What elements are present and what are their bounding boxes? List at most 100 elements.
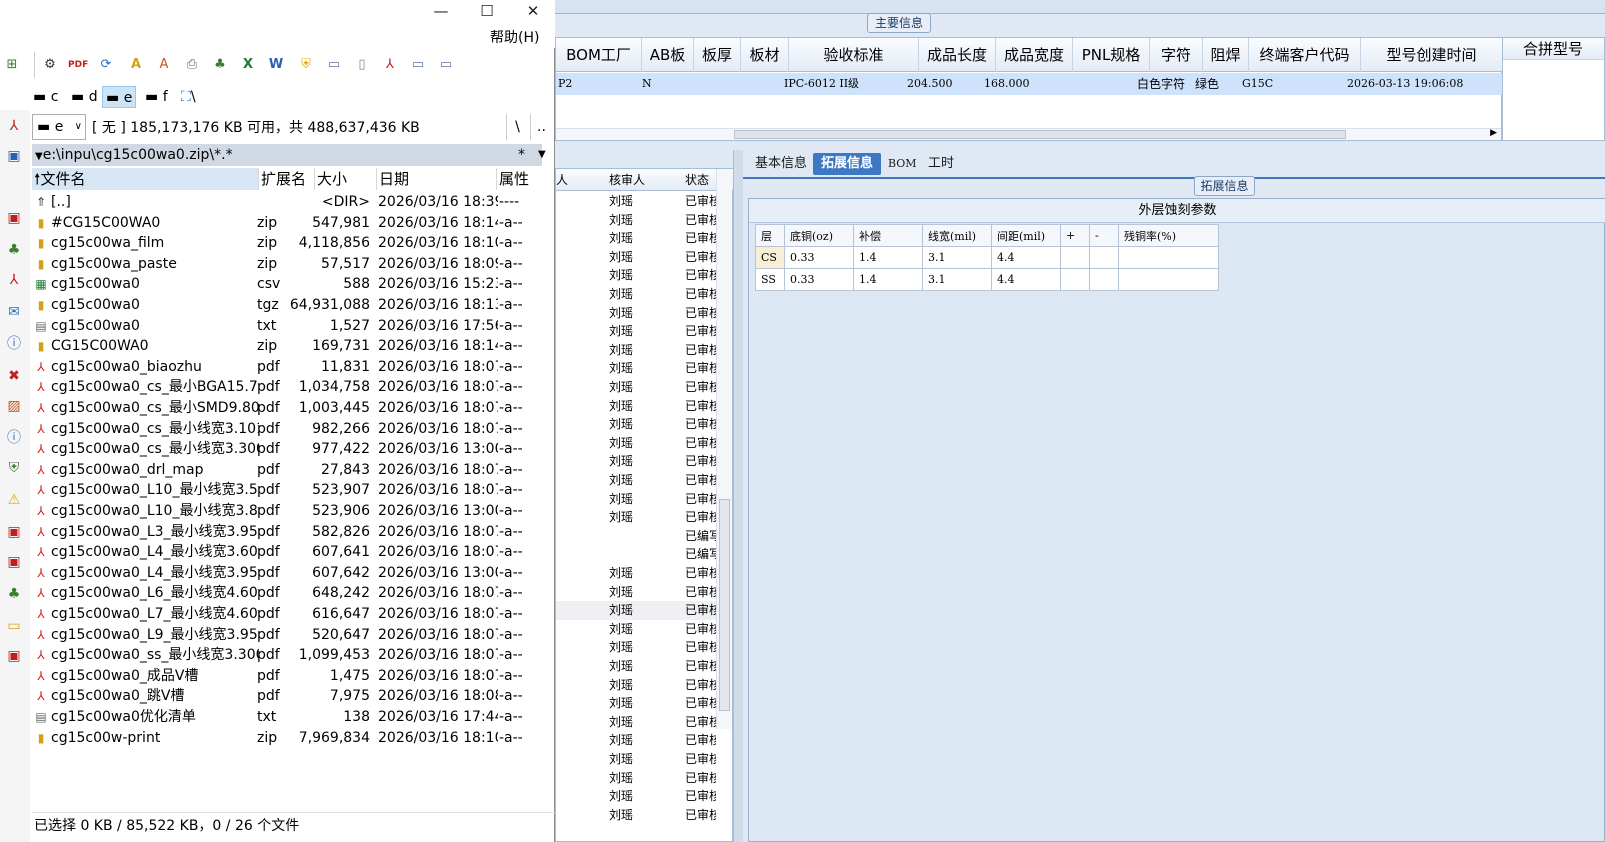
col-width[interactable]: 成品宽度 bbox=[996, 38, 1073, 72]
file-row[interactable]: ⅄ cg15c00wa0_L10_最小线宽3.5.. pdf 523,907 2026/… bbox=[32, 480, 555, 501]
image-icon[interactable]: ▨ bbox=[4, 396, 24, 416]
excel-icon[interactable]: X bbox=[238, 55, 258, 75]
info-icon[interactable]: ⓘ bbox=[4, 428, 24, 448]
etch-cell[interactable] bbox=[1118, 246, 1219, 269]
scroll-right-icon[interactable]: ▶ bbox=[1490, 128, 1497, 138]
file-row[interactable]: ⅄ cg15c00wa0_L4_最小线宽3.950 pdf 607,642 2026/0… bbox=[32, 563, 555, 584]
review-row[interactable]: 刘瑶 已审核 bbox=[556, 229, 716, 248]
drive-e-button[interactable]: ▬ e bbox=[102, 86, 137, 108]
share-icon[interactable]: ♣ bbox=[4, 240, 24, 260]
col-material[interactable]: 板材 bbox=[741, 38, 789, 72]
scrollbar-thumb[interactable] bbox=[719, 499, 730, 711]
drive-select[interactable]: ▬ e ∨ bbox=[32, 114, 86, 140]
etch-cell[interactable]: 1.4 bbox=[853, 246, 923, 269]
folder-icon[interactable]: ▭ bbox=[4, 616, 24, 636]
pdf-icon[interactable]: PDF bbox=[68, 55, 88, 75]
app-icon[interactable]: ▣ bbox=[4, 522, 24, 542]
file-row[interactable]: ▤ cg15c00wa0 txt 1,527 2026/03/16 17:56 -a-- bbox=[32, 316, 555, 337]
etch-cell[interactable] bbox=[1089, 268, 1119, 291]
file-row[interactable]: ▮ CG15C00WA0 zip 169,731 2026/03/16 18:14 -a-… bbox=[32, 336, 555, 357]
col-standard[interactable]: 验收标准 bbox=[789, 38, 919, 72]
file-row[interactable]: ▮ cg15c00wa_film zip 4,118,856 2026/03/16 18… bbox=[32, 233, 555, 254]
file-row[interactable]: ⅄ cg15c00wa0_L3_最小线宽3.950 pdf 582,826 2026/0… bbox=[32, 522, 555, 543]
review-row[interactable]: 刘瑶 已审核 bbox=[556, 359, 716, 378]
review-row[interactable]: 刘瑶 已审核 bbox=[556, 304, 716, 323]
current-path[interactable]: ▼e:\inpu\cg15c00wa0.zip\*.* bbox=[32, 144, 542, 166]
tab-work-hours[interactable]: 工时 bbox=[920, 153, 962, 175]
review-row[interactable]: 刘瑶 已审核 bbox=[556, 266, 716, 285]
file-row[interactable]: ⅄ cg15c00wa0_成品V槽 pdf 1,475 2026/03/16 18:07… bbox=[32, 666, 555, 687]
review-row[interactable]: 刘瑶 已审核 bbox=[556, 564, 716, 583]
review-vertical-scrollbar[interactable] bbox=[716, 169, 732, 729]
review-row[interactable]: 刘瑶 已审核 bbox=[556, 638, 716, 657]
close-button[interactable]: ✕ bbox=[510, 0, 556, 24]
text-icon[interactable]: A bbox=[126, 55, 146, 75]
file-row[interactable]: ⅄ cg15c00wa0_cs_最小BGA15.75 pdf 1,034,758 202… bbox=[32, 377, 555, 398]
col-customer[interactable]: 终端客户代码 bbox=[1249, 38, 1361, 72]
file-row[interactable]: ▮ #CG15C00WA0 zip 547,981 2026/03/16 18:14 -a… bbox=[32, 213, 555, 234]
col-created[interactable]: 型号创建时间 bbox=[1361, 38, 1503, 72]
etch-cell[interactable]: 4.4 bbox=[991, 268, 1061, 291]
drive-c-button[interactable]: ▬ c bbox=[30, 86, 61, 108]
etch-cell[interactable] bbox=[1060, 246, 1090, 269]
col-thickness[interactable]: 板厚 bbox=[694, 38, 741, 72]
review-row[interactable]: 刘瑶 已审核 bbox=[556, 731, 716, 750]
app-icon[interactable]: ▣ bbox=[4, 552, 24, 572]
minimize-button[interactable]: — bbox=[418, 0, 464, 24]
review-row[interactable]: 刘瑶 已审核 bbox=[556, 434, 716, 453]
review-row[interactable]: 刘瑶 已审核 bbox=[556, 676, 716, 695]
column-name[interactable]: 🠕文件名 bbox=[32, 168, 259, 190]
etch-cell[interactable]: 3.1 bbox=[922, 246, 992, 269]
maximize-button[interactable]: ☐ bbox=[464, 0, 510, 24]
etch-row[interactable]: SS 0.33 1.4 3.1 4.4 bbox=[755, 268, 1219, 291]
etch-row[interactable]: CS 0.33 1.4 3.1 4.4 bbox=[755, 246, 1219, 269]
review-row[interactable]: 刘瑶 已审核 bbox=[556, 192, 716, 211]
scrollbar-thumb[interactable] bbox=[734, 130, 1346, 139]
review-row[interactable]: 刘瑶 已审核 bbox=[556, 657, 716, 676]
tree-icon[interactable]: ⊞ bbox=[2, 55, 22, 75]
blank-page-icon[interactable]: ▯ bbox=[352, 55, 372, 75]
file-row[interactable]: ⅄ cg15c00wa0_跳V槽 pdf 7,975 2026/03/16 18:08-… bbox=[32, 686, 555, 707]
file-row[interactable]: ⅄ cg15c00wa0_cs_最小线宽3.300 pdf 977,422 2026/0… bbox=[32, 439, 555, 460]
hotlist-dropdown-icon[interactable]: ▼ bbox=[538, 144, 546, 166]
file-row[interactable]: ⅄ cg15c00wa0_ss_最小线宽3.300 pdf 1,099,453 2026… bbox=[32, 645, 555, 666]
col-mask[interactable]: 阻焊 bbox=[1203, 38, 1249, 72]
review-row[interactable]: 刘瑶 已审核 bbox=[556, 601, 716, 621]
review-row[interactable]: 刘瑶 已审核 bbox=[556, 508, 716, 527]
shield-icon[interactable]: ⛨ bbox=[296, 55, 316, 75]
review-row[interactable]: 刘瑶 已审核 bbox=[556, 452, 716, 471]
review-row[interactable]: 刘瑶 已审核 bbox=[556, 415, 716, 434]
review-row[interactable]: 刘瑶 已审核 bbox=[556, 378, 716, 397]
shield-icon[interactable]: ⛨ bbox=[4, 458, 24, 478]
main-grid-row[interactable]: P2 N IPC-6012 II级 204.500 168.000 白色字符 绿… bbox=[556, 73, 1503, 95]
review-row[interactable]: 刘瑶 已审核 bbox=[556, 397, 716, 416]
col-length[interactable]: 成品长度 bbox=[919, 38, 996, 72]
warning-icon[interactable]: ⚠ bbox=[4, 490, 24, 510]
col-status[interactable]: 状态 bbox=[685, 169, 709, 191]
etch-cell[interactable]: 4.4 bbox=[991, 246, 1061, 269]
history-button[interactable]: * bbox=[518, 144, 525, 166]
tab-basic-info[interactable]: 基本信息 bbox=[747, 153, 815, 175]
root-dir-button[interactable]: \ bbox=[506, 114, 528, 140]
tab-extended-info[interactable]: 拓展信息 bbox=[813, 153, 882, 175]
file-row[interactable]: ▮ cg15c00w-print zip 7,969,834 2026/03/16 18… bbox=[32, 728, 555, 749]
column-ext[interactable]: 扩展名 bbox=[259, 168, 315, 190]
review-row[interactable]: 刘瑶 已审核 bbox=[556, 694, 716, 713]
parent-dir-button[interactable]: .. bbox=[530, 114, 552, 140]
share-icon[interactable]: ♣ bbox=[4, 584, 24, 604]
column-date[interactable]: 日期 bbox=[377, 168, 497, 190]
etch-cell[interactable]: 0.33 bbox=[784, 246, 854, 269]
file-row[interactable]: ⅄ cg15c00wa0_L10_最小线宽3.8.. pdf 523,906 2026/… bbox=[32, 501, 555, 522]
panel-splitter[interactable] bbox=[733, 150, 743, 842]
tool-icon[interactable]: ✖ bbox=[4, 366, 24, 386]
review-row[interactable]: 刘瑶 已审核 bbox=[556, 713, 716, 732]
file-row[interactable]: ⅄ cg15c00wa0_cs_最小SMD9.805 pdf 1,003,445 202… bbox=[32, 398, 555, 419]
review-row[interactable]: 刘瑶 已审核 bbox=[556, 248, 716, 267]
etch-cell[interactable] bbox=[1060, 268, 1090, 291]
file-row[interactable]: ⅄ cg15c00wa0_L4_最小线宽3.601 pdf 607,641 2026/0… bbox=[32, 542, 555, 563]
window-icon[interactable]: ▭ bbox=[324, 55, 344, 75]
etch-cell[interactable]: SS bbox=[755, 268, 785, 291]
file-row[interactable]: ⅄ cg15c00wa0_drl_map pdf 27,843 2026/03/16 1… bbox=[32, 460, 555, 481]
file-row[interactable]: ⇑ [..] <DIR> 2026/03/16 18:39 ---- bbox=[32, 192, 555, 213]
column-attr[interactable]: 属性 bbox=[497, 168, 555, 190]
